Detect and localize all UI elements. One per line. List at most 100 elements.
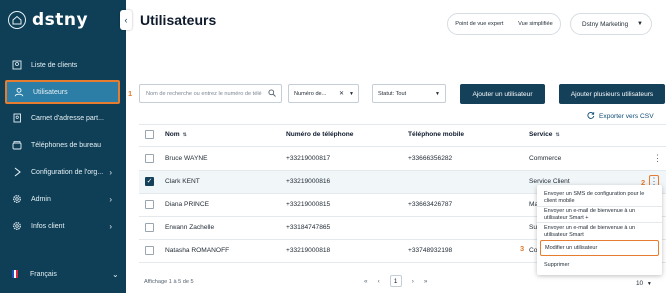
sidebar-item-label: Configuration de l'org... <box>31 168 104 176</box>
row-checkbox[interactable] <box>145 223 154 232</box>
sidebar-item-label: Liste de clients <box>31 61 78 69</box>
org-config-icon <box>12 167 22 177</box>
add-user-button[interactable]: Ajouter un utilisateur <box>460 84 545 104</box>
sort-icon[interactable]: ⇅ <box>183 132 187 138</box>
page-title: Utilisateurs <box>140 12 217 28</box>
menu-item-edit-user[interactable]: Modifier un utilisateur <box>540 240 659 256</box>
sidebar-item-org-config[interactable]: Configuration de l'org... › <box>5 161 120 183</box>
select-all-checkbox[interactable] <box>145 130 154 139</box>
table-divider <box>139 124 666 125</box>
sidebar-item-label: Infos client <box>31 222 65 230</box>
sidebar-item-label: Admin <box>31 195 51 203</box>
search-icon[interactable] <box>268 89 276 97</box>
chevron-right-icon: › <box>109 194 112 204</box>
export-csv-label: Exporter vers CSV <box>599 112 654 120</box>
status-filter-value: Statut: Tout <box>378 90 407 97</box>
menu-item-delete[interactable]: Supprimer <box>544 262 569 269</box>
address-book-icon <box>12 113 22 123</box>
refresh-export-icon <box>587 111 595 121</box>
status-filter-select[interactable]: Statut: Tout ▼ <box>372 84 446 103</box>
sidebar-item-admin[interactable]: Admin › <box>5 188 120 210</box>
sidebar-item-users[interactable]: Utilisateurs <box>5 80 120 104</box>
row-actions-menu: Envoyer un SMS de configuration pour le … <box>537 185 662 275</box>
caret-down-icon: ▼ <box>637 21 643 27</box>
sidebar-item-client-info[interactable]: Infos client › <box>5 215 120 237</box>
last-page-button[interactable]: » <box>424 278 428 285</box>
client-info-icon <box>12 221 22 231</box>
row-actions-kebab-icon[interactable]: ⋮ <box>653 153 662 164</box>
first-page-button[interactable]: « <box>364 278 368 285</box>
cell-name: Clark KENT <box>165 178 200 185</box>
language-selector[interactable]: Français ⌄ <box>12 270 119 279</box>
home-logo-icon <box>8 11 26 29</box>
menu-divider <box>537 206 662 207</box>
column-header-phone[interactable]: Numéro de téléphone <box>286 131 353 138</box>
column-header-service[interactable]: Service ⇅ <box>529 131 560 138</box>
row-checkbox[interactable] <box>145 200 154 209</box>
sidebar-item-label: Téléphones de bureau <box>31 141 102 149</box>
export-csv-link[interactable]: Exporter vers CSV <box>587 111 654 121</box>
table-row[interactable]: Bruce WAYNE +33219000817 +33666356282 Co… <box>139 148 666 170</box>
sidebar-item-address-book[interactable]: Carnet d'adresse part... <box>5 107 120 129</box>
sidebar-item-label: Utilisateurs <box>33 88 68 96</box>
row-checkbox[interactable] <box>145 246 154 255</box>
page-size-select[interactable]: 10 ▼ <box>636 280 652 287</box>
caret-down-icon: ▼ <box>646 281 652 287</box>
cell-phone: +33219000817 <box>286 155 331 162</box>
page-size-value: 10 <box>636 280 644 287</box>
pagination: « ‹ 1 › » <box>364 275 427 287</box>
row-checkbox-checked[interactable]: ✓ <box>145 177 154 186</box>
view-simple-option[interactable]: Vue simplifiée <box>518 21 553 27</box>
sidebar: dstny Liste de clients Utilisateurs Carn… <box>0 0 126 293</box>
prev-page-button[interactable]: ‹ <box>378 278 380 285</box>
collapse-sidebar-button[interactable]: ‹ <box>120 10 132 30</box>
cell-service: Commerce <box>529 155 562 162</box>
add-multiple-users-button[interactable]: Ajouter plusieurs utilisateurs <box>559 84 665 104</box>
next-page-button[interactable]: › <box>412 278 414 285</box>
cell-mobile: +33663426787 <box>408 201 453 208</box>
table-divider <box>139 146 666 147</box>
cell-phone: +33184747865 <box>286 224 331 231</box>
cell-mobile: +33748932198 <box>408 247 453 254</box>
cell-phone: +33219000815 <box>286 201 331 208</box>
menu-item-welcome-smart-plus[interactable]: Envoyer un e-mail de bienvenue à un util… <box>544 208 656 221</box>
sidebar-item-client-list[interactable]: Liste de clients <box>5 54 120 76</box>
desk-phone-icon <box>12 140 22 150</box>
clear-icon[interactable]: ✕ <box>339 90 344 97</box>
search-box[interactable] <box>139 84 282 103</box>
logo-text: dstny <box>32 10 89 30</box>
callout-number: 1 <box>128 89 133 98</box>
number-filter-select[interactable]: Numéro de... ✕ ▼ <box>288 84 359 103</box>
logo[interactable]: dstny <box>8 10 88 30</box>
menu-divider <box>537 222 662 223</box>
sort-icon[interactable]: ⇅ <box>555 132 559 138</box>
column-header-name[interactable]: Nom ⇅ <box>165 131 187 138</box>
cell-name: Bruce WAYNE <box>165 155 208 162</box>
search-input[interactable] <box>146 90 264 97</box>
current-page[interactable]: 1 <box>389 275 402 287</box>
chevron-down-icon: ⌄ <box>112 269 119 279</box>
menu-item-send-sms[interactable]: Envoyer un SMS de configuration pour le … <box>544 191 656 204</box>
sidebar-item-desk-phones[interactable]: Téléphones de bureau <box>5 134 120 156</box>
cell-name: Natasha ROMANOFF <box>165 247 230 254</box>
column-header-mobile[interactable]: Téléphone mobile <box>408 131 464 138</box>
cell-mobile: +33666356282 <box>408 155 453 162</box>
view-expert-option[interactable]: Point de vue expert <box>455 21 503 27</box>
column-header-label: Nom <box>165 131 180 138</box>
row-checkbox[interactable] <box>145 154 154 163</box>
cell-name: Diana PRINCE <box>165 201 209 208</box>
sidebar-item-label: Carnet d'adresse part... <box>31 114 104 122</box>
language-label: Français <box>30 270 57 278</box>
callout-number: 3 <box>520 244 525 253</box>
menu-item-welcome-smart[interactable]: Envoyer un e-mail de bienvenue à un util… <box>544 225 656 238</box>
french-flag-icon <box>12 270 18 278</box>
caret-down-icon: ▼ <box>349 90 354 97</box>
cell-service: Su <box>529 224 538 231</box>
pagination-info: Affichage 1 à 5 de 5 <box>144 279 194 285</box>
view-toggle[interactable]: Point de vue expert Vue simplifiée <box>447 13 561 35</box>
company-select[interactable]: Dstny Marketing ▼ <box>570 13 652 35</box>
column-header-label: Service <box>529 131 553 138</box>
company-name: Dstny Marketing <box>582 20 629 28</box>
client-list-icon <box>12 60 22 70</box>
cell-name: Erwann Zachelle <box>165 224 215 231</box>
